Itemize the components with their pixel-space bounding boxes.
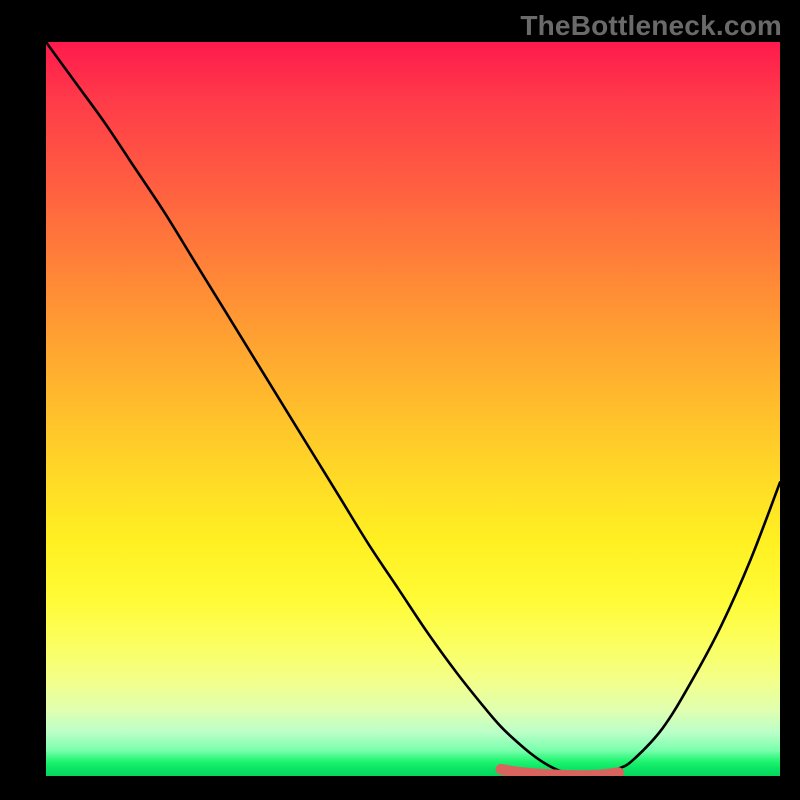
attribution-label: TheBottleneck.com [520, 10, 782, 42]
chart-svg [46, 42, 780, 776]
optimal-range-marker [501, 769, 618, 775]
bottleneck-curve [46, 42, 780, 776]
chart-plot-area [46, 42, 780, 776]
chart-frame: TheBottleneck.com [0, 0, 800, 800]
